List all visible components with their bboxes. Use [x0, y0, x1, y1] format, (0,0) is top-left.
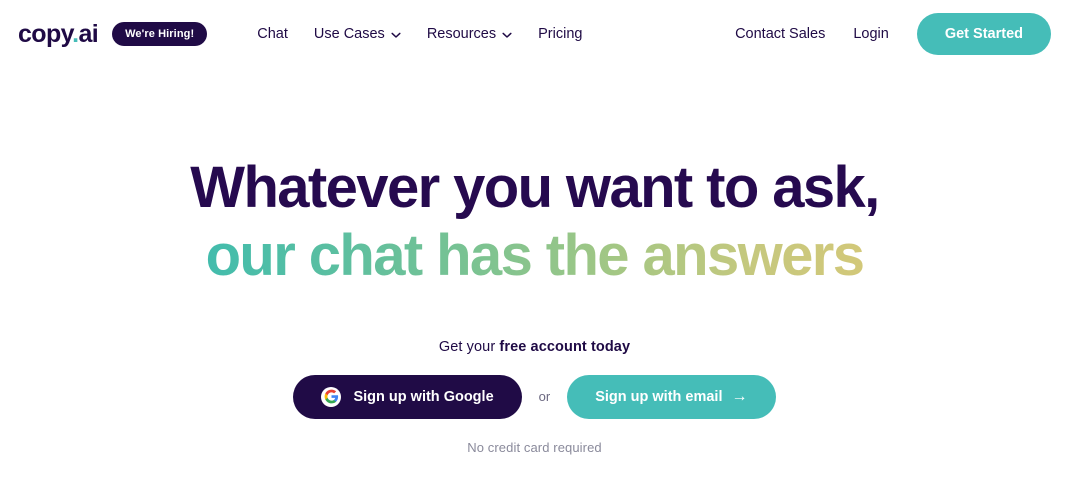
- top-navigation-bar: copy.ai We're Hiring! Chat Use Cases Res…: [0, 0, 1069, 68]
- sign-up-with-email-button[interactable]: Sign up with email →: [567, 374, 776, 419]
- sub-cta-text: Get your free account today: [439, 339, 630, 355]
- get-started-button[interactable]: Get Started: [916, 13, 1051, 55]
- headline-line-1: Whatever you want to ask,: [190, 155, 880, 220]
- sub-cta-prefix: Get your: [438, 338, 500, 355]
- nav-links-group: Chat Use Cases Resources Pricing: [257, 26, 582, 42]
- no-credit-card-note: No credit card required: [467, 439, 602, 455]
- chevron-down-icon: [502, 30, 512, 40]
- nav-link-use-cases-label: Use Cases: [313, 26, 385, 42]
- sign-up-with-email-label: Sign up with email: [595, 388, 723, 405]
- logo-text-ai: ai: [78, 19, 99, 48]
- were-hiring-badge[interactable]: We're Hiring!: [112, 22, 208, 46]
- landing-page: copy.ai We're Hiring! Chat Use Cases Res…: [0, 0, 1069, 500]
- nav-link-pricing[interactable]: Pricing: [538, 26, 582, 42]
- nav-link-contact-sales[interactable]: Contact Sales: [735, 26, 825, 42]
- headline-line-2: our chat has the answers: [190, 222, 878, 290]
- chevron-down-icon: [391, 30, 401, 40]
- cta-button-row: Sign up with Google or Sign up with emai…: [293, 374, 776, 419]
- or-separator: or: [538, 389, 551, 405]
- logo-text-copy: copy: [18, 19, 73, 48]
- nav-link-use-cases[interactable]: Use Cases: [314, 26, 401, 42]
- nav-link-pricing-label: Pricing: [538, 26, 583, 42]
- hero-section: Whatever you want to ask, our chat has t…: [0, 68, 1069, 500]
- nav-link-chat-label: Chat: [257, 26, 288, 42]
- arrow-right-icon: →: [731, 387, 748, 405]
- nav-link-resources-label: Resources: [426, 26, 497, 42]
- sign-up-with-google-label: Sign up with Google: [353, 388, 494, 405]
- nav-link-resources[interactable]: Resources: [427, 26, 512, 42]
- nav-right-group: Contact Sales Login Get Started: [735, 13, 1051, 55]
- nav-link-login[interactable]: Login: [853, 26, 888, 42]
- google-g-icon: [321, 386, 342, 407]
- nav-left-group: copy.ai We're Hiring! Chat Use Cases Res…: [18, 19, 582, 48]
- sub-cta-bold: free account today: [499, 338, 631, 355]
- sign-up-with-google-button[interactable]: Sign up with Google: [293, 374, 522, 419]
- nav-link-chat[interactable]: Chat: [257, 26, 288, 42]
- copyai-logo[interactable]: copy.ai: [18, 19, 99, 48]
- page-title: Whatever you want to ask, our chat has t…: [190, 154, 880, 291]
